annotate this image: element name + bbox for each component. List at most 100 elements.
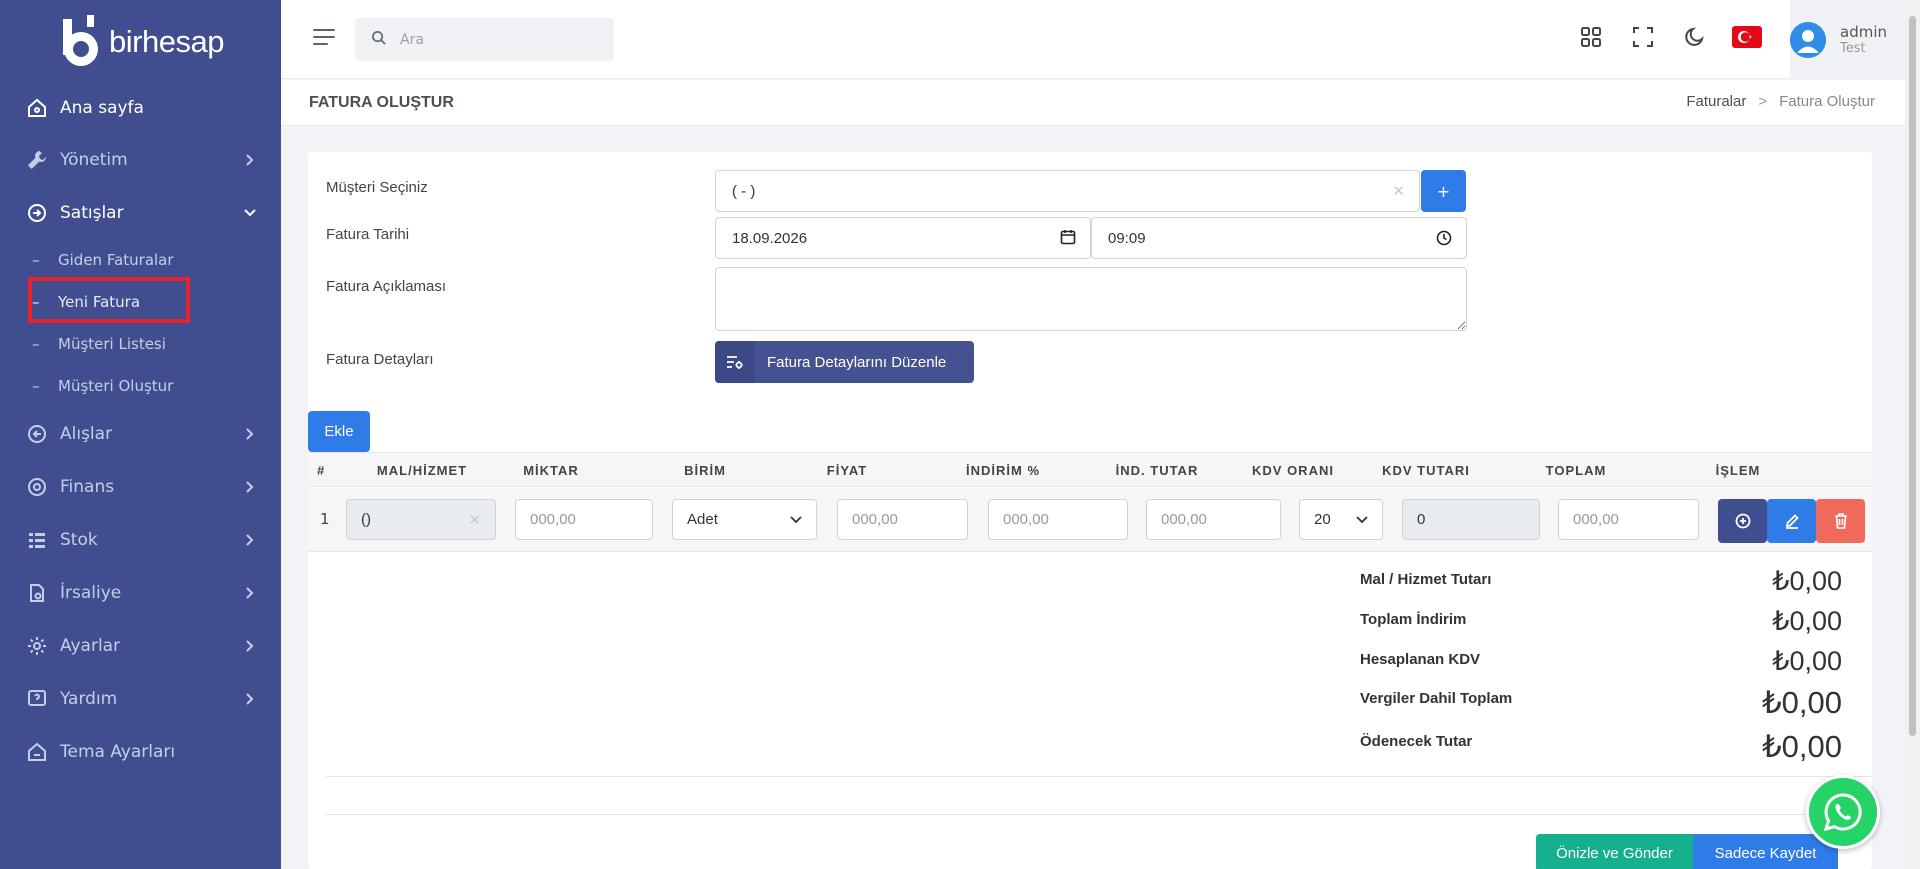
chevron-right-icon bbox=[243, 427, 257, 441]
col-quantity: MİKTAR bbox=[523, 463, 579, 478]
clock-icon[interactable] bbox=[1436, 230, 1452, 250]
page-title: FATURA OLUŞTUR bbox=[309, 94, 454, 111]
invoice-date-input[interactable]: 18.09.2026 bbox=[715, 217, 1091, 259]
items-table-header: # MAL/HİZMET MİKTAR BİRİM FİYAT İNDİRİM … bbox=[308, 452, 1872, 487]
preview-send-button[interactable]: Önizle ve Gönder bbox=[1536, 834, 1693, 869]
total-discount-label: Toplam İndirim bbox=[1360, 611, 1467, 628]
search-input[interactable] bbox=[400, 31, 580, 48]
user-menu[interactable]: admin Test bbox=[1790, 0, 1905, 79]
table-row: 1 () ✕ Adet 20 0 bbox=[308, 488, 1872, 552]
customer-select-value: ( - ) bbox=[732, 182, 756, 200]
total-input-wrap bbox=[1558, 499, 1699, 540]
topbar-actions bbox=[1578, 24, 1762, 50]
sidebar-nav: Ana sayfa Yönetim Satışlar bbox=[0, 83, 281, 239]
sidebar-item-label: Stok bbox=[60, 529, 98, 550]
row-edit-button[interactable] bbox=[1767, 499, 1816, 543]
dark-mode-moon-icon[interactable] bbox=[1682, 24, 1708, 50]
chevron-right-icon bbox=[243, 639, 257, 653]
invoice-time-input[interactable]: 09:09 bbox=[1091, 217, 1467, 259]
apps-grid-icon[interactable] bbox=[1578, 24, 1604, 50]
sidebar-item-help[interactable]: Yardım bbox=[0, 672, 281, 725]
sidebar: birhesap Ana sayfa Yönetim Satışlar – Gid… bbox=[0, 0, 281, 869]
sidebar-item-finance[interactable]: Finans bbox=[0, 460, 281, 513]
help-icon bbox=[26, 688, 48, 710]
invoice-time-value: 09:09 bbox=[1108, 229, 1146, 247]
sidebar-item-label: Ayarlar bbox=[60, 635, 121, 656]
tax-included-total-value: ₺0,00 bbox=[1761, 685, 1842, 720]
sidebar-item-purchases[interactable]: Alışlar bbox=[0, 407, 281, 460]
row-delete-button[interactable] bbox=[1816, 499, 1865, 543]
chevron-right-icon bbox=[243, 533, 257, 547]
whatsapp-icon bbox=[1823, 793, 1862, 832]
divider bbox=[326, 814, 1872, 815]
brand-name: birhesap bbox=[109, 23, 224, 59]
sidebar-item-home[interactable]: Ana sayfa bbox=[0, 83, 281, 133]
sidebar-item-waybill[interactable]: İrsaliye bbox=[0, 566, 281, 619]
quantity-input[interactable] bbox=[530, 511, 638, 528]
logo[interactable]: birhesap bbox=[0, 0, 281, 83]
customer-select[interactable]: ( - ) ✕ bbox=[715, 170, 1420, 212]
clear-icon[interactable]: ✕ bbox=[468, 511, 481, 529]
calendar-icon[interactable] bbox=[1060, 229, 1076, 249]
submenu-outgoing-invoices[interactable]: – Giden Faturalar bbox=[0, 239, 281, 281]
submenu-new-invoice[interactable]: – Yeni Fatura bbox=[0, 281, 281, 323]
chevron-right-icon bbox=[243, 480, 257, 494]
invoice-description-textarea[interactable] bbox=[715, 267, 1467, 331]
submenu-label: Müşteri Listesi bbox=[58, 335, 166, 353]
computed-vat-label: Hesaplanan KDV bbox=[1360, 651, 1481, 668]
clear-icon[interactable]: ✕ bbox=[1392, 182, 1405, 200]
date-row: Fatura Tarihi bbox=[326, 226, 409, 243]
save-only-button[interactable]: Sadece Kaydet bbox=[1693, 834, 1838, 869]
settings-icon bbox=[26, 635, 48, 657]
item-select[interactable]: () ✕ bbox=[346, 499, 496, 540]
purchases-icon bbox=[26, 423, 48, 445]
turkish-flag-icon[interactable] bbox=[1732, 24, 1762, 50]
whatsapp-button[interactable] bbox=[1806, 775, 1880, 849]
menu-toggle-icon[interactable] bbox=[313, 29, 335, 47]
row-detail-button[interactable] bbox=[1718, 499, 1767, 543]
wrench-icon bbox=[26, 149, 48, 171]
sidebar-nav-lower: Alışlar Finans Stok İrsaliye Ayarlar Yar… bbox=[0, 407, 281, 778]
sidebar-item-stock[interactable]: Stok bbox=[0, 513, 281, 566]
breadcrumb-separator: > bbox=[1758, 93, 1768, 110]
vat-rate-select[interactable]: 20 bbox=[1299, 499, 1383, 540]
theme-icon bbox=[26, 741, 48, 763]
breadcrumb-parent-link[interactable]: Faturalar bbox=[1686, 93, 1746, 110]
vat-amount-field: 0 bbox=[1402, 499, 1540, 540]
add-line-button[interactable]: Ekle bbox=[308, 411, 370, 452]
fullscreen-icon[interactable] bbox=[1630, 24, 1656, 50]
sidebar-item-management[interactable]: Yönetim bbox=[0, 133, 281, 186]
details-row: Fatura Detayları bbox=[326, 351, 434, 368]
unit-select[interactable]: Adet bbox=[672, 499, 817, 540]
sidebar-item-label: Ana sayfa bbox=[60, 98, 144, 118]
submenu-create-customer[interactable]: – Müşteri Oluştur bbox=[0, 365, 281, 407]
home-icon bbox=[26, 97, 48, 119]
sidebar-item-label: Finans bbox=[60, 476, 115, 497]
discount-amount-input[interactable] bbox=[1161, 511, 1266, 528]
breadcrumb-current: Fatura Oluştur bbox=[1779, 93, 1875, 110]
total-input[interactable] bbox=[1573, 511, 1684, 528]
divider bbox=[326, 776, 1872, 777]
submenu-label: Giden Faturalar bbox=[58, 251, 174, 269]
amount-due-label: Ödenecek Tutar bbox=[1360, 733, 1473, 750]
add-customer-button[interactable]: + bbox=[1421, 170, 1466, 212]
chevron-right-icon bbox=[243, 586, 257, 600]
sidebar-item-theme[interactable]: Tema Ayarları bbox=[0, 725, 281, 778]
search-box[interactable] bbox=[355, 18, 614, 61]
plus-circle-icon bbox=[1735, 513, 1750, 529]
sidebar-item-settings[interactable]: Ayarlar bbox=[0, 619, 281, 672]
quantity-input-wrap bbox=[515, 499, 653, 540]
stock-icon bbox=[26, 529, 48, 551]
edit-invoice-details-button[interactable]: Fatura Detaylarını Düzenle bbox=[715, 341, 974, 383]
sidebar-item-label: Satışlar bbox=[60, 202, 124, 223]
logo-mark-icon bbox=[57, 14, 103, 69]
price-input-wrap bbox=[837, 499, 968, 540]
page-scrollbar[interactable] bbox=[1905, 0, 1920, 869]
price-input[interactable] bbox=[852, 511, 953, 528]
scrollbar-thumb[interactable] bbox=[1909, 16, 1916, 736]
discount-pct-input[interactable] bbox=[1003, 511, 1113, 528]
computed-vat-value: ₺0,00 bbox=[1772, 646, 1842, 676]
sidebar-item-sales[interactable]: Satışlar bbox=[0, 186, 281, 239]
submenu-customer-list[interactable]: – Müşteri Listesi bbox=[0, 323, 281, 365]
avatar bbox=[1790, 21, 1826, 58]
